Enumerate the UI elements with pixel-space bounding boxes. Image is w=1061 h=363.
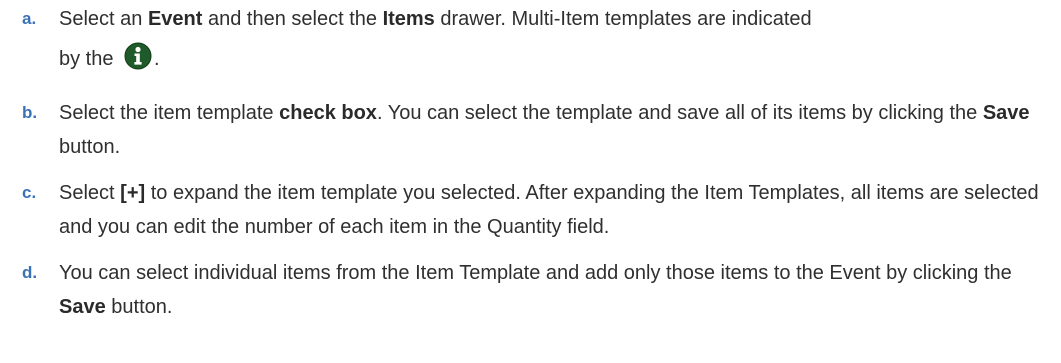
step-text-part: button.: [105, 296, 173, 318]
step-marker: d.: [22, 263, 38, 282]
step-text-part: by the: [59, 48, 120, 70]
step-text-part: button.: [59, 136, 121, 158]
step-text-part: to expand the item template you selected…: [59, 182, 1039, 238]
step-text-part: .: [154, 48, 160, 70]
step-marker: b.: [22, 103, 38, 122]
step-marker: a.: [22, 9, 37, 28]
step-text-part: drawer. Multi-Item templates are indicat…: [434, 8, 812, 30]
expand-term: [+]: [120, 182, 146, 204]
step-a: a. Select an Event and then select the I…: [0, 2, 1061, 84]
step-a-line-2: by the .: [59, 40, 1051, 84]
step-c: c. Select [+] to expand the item templat…: [0, 176, 1061, 244]
step-text-part: Select: [59, 182, 121, 204]
step-text-part: Select an: [59, 8, 148, 30]
save-term: Save: [982, 102, 1030, 124]
items-term: Items: [382, 8, 435, 30]
step-text: Select [+] to expand the item template y…: [59, 176, 1051, 244]
step-text-part: and then select the: [202, 8, 383, 30]
step-text-part: Select the item template: [59, 102, 280, 124]
step-a-line-1: Select an Event and then select the Item…: [59, 2, 1051, 36]
step-d: d. You can select individual items from …: [0, 256, 1061, 324]
check-box-term: check box: [279, 102, 377, 124]
info-icon: [123, 41, 153, 84]
step-text-part: You can select individual items from the…: [59, 262, 1012, 284]
step-text: Select the item template check box. You …: [59, 96, 1051, 164]
event-term: Event: [147, 8, 203, 30]
step-b: b. Select the item template check box. Y…: [0, 96, 1061, 164]
step-text: Select an Event and then select the Item…: [59, 2, 1051, 84]
save-term: Save: [59, 296, 106, 318]
instruction-steps: a. Select an Event and then select the I…: [0, 0, 1061, 324]
step-marker: c.: [22, 183, 37, 202]
step-text: You can select individual items from the…: [59, 256, 1051, 324]
step-text-part: . You can select the template and save a…: [376, 102, 983, 124]
